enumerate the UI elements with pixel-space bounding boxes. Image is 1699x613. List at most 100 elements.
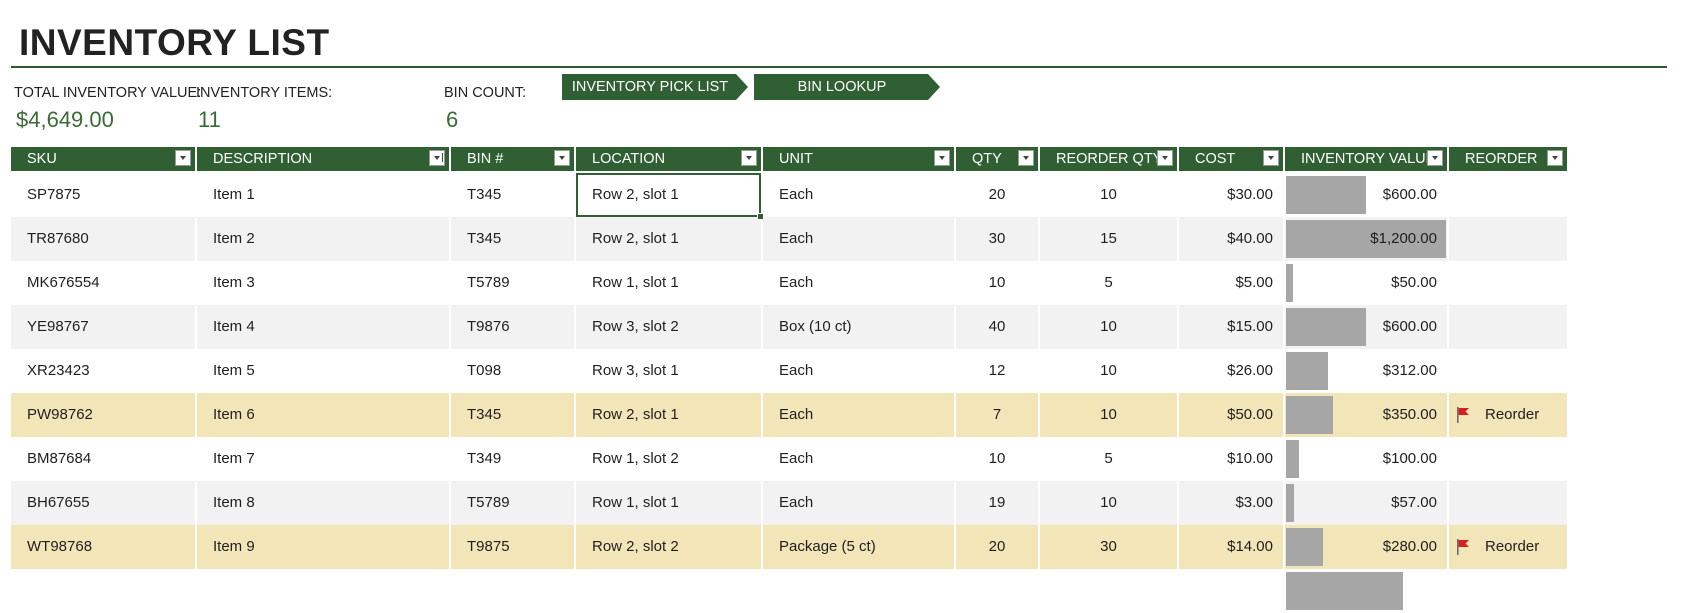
reorder-qty-cell[interactable]: 10 — [1040, 305, 1177, 349]
description-cell[interactable]: Item 6 — [197, 393, 449, 437]
reorder-cell[interactable]: Reorder — [1449, 393, 1567, 437]
description-cell[interactable]: Item 5 — [197, 349, 449, 393]
cost-cell[interactable]: $30.00 — [1179, 173, 1283, 217]
location-cell-selected[interactable]: Row 2, slot 1 — [576, 173, 761, 217]
bin-cell[interactable]: T345 — [451, 173, 574, 217]
bin-cell[interactable]: T349 — [451, 437, 574, 481]
filter-dropdown-icon[interactable] — [1547, 150, 1563, 166]
filter-dropdown-icon[interactable] — [1018, 150, 1034, 166]
bin-lookup-button[interactable]: BIN LOOKUP — [754, 74, 940, 100]
reorder-cell[interactable] — [1449, 261, 1567, 305]
location-cell[interactable]: Row 1, slot 1 — [576, 261, 761, 305]
bin-cell[interactable]: T345 — [451, 393, 574, 437]
unit-cell[interactable]: Each — [763, 349, 954, 393]
cost-cell[interactable]: $14.00 — [1179, 525, 1283, 569]
unit-cell[interactable]: Package (5 ct) — [763, 525, 954, 569]
sku-cell[interactable]: YE98767 — [11, 305, 195, 349]
qty-cell[interactable]: 30 — [956, 217, 1038, 261]
sku-cell[interactable]: BM87684 — [11, 437, 195, 481]
reorder-qty-cell[interactable]: 30 — [1040, 525, 1177, 569]
qty-cell[interactable]: 7 — [956, 393, 1038, 437]
reorder-qty-cell[interactable]: 10 — [1040, 393, 1177, 437]
column-header-unit[interactable]: UNIT — [763, 147, 954, 171]
sku-cell[interactable]: XR23423 — [11, 349, 195, 393]
column-header-bin[interactable]: BIN # — [451, 147, 574, 171]
reorder-qty-cell[interactable]: 10 — [1040, 173, 1177, 217]
cost-cell[interactable]: $40.00 — [1179, 217, 1283, 261]
fill-handle[interactable] — [757, 213, 764, 220]
column-header-sku[interactable]: SKU — [11, 147, 195, 171]
description-cell[interactable]: Item 2 — [197, 217, 449, 261]
inventory-value-cell[interactable]: $100.00 — [1285, 437, 1447, 481]
reorder-cell[interactable] — [1449, 217, 1567, 261]
bin-cell[interactable]: T5789 — [451, 481, 574, 525]
description-cell[interactable]: Item 8 — [197, 481, 449, 525]
sku-cell[interactable]: TR87680 — [11, 217, 195, 261]
sort-filter-icon[interactable] — [429, 150, 445, 166]
qty-cell[interactable]: 19 — [956, 481, 1038, 525]
qty-cell[interactable]: 20 — [956, 173, 1038, 217]
location-cell[interactable]: Row 3, slot 1 — [576, 349, 761, 393]
reorder-qty-cell[interactable]: 10 — [1040, 481, 1177, 525]
inventory-value-cell[interactable]: $600.00 — [1285, 305, 1447, 349]
location-cell[interactable]: Row 2, slot 1 — [576, 217, 761, 261]
unit-cell[interactable]: Each — [763, 217, 954, 261]
filter-dropdown-icon[interactable] — [1157, 150, 1173, 166]
filter-dropdown-icon[interactable] — [934, 150, 950, 166]
reorder-qty-cell[interactable]: 5 — [1040, 261, 1177, 305]
sku-cell[interactable]: WT98768 — [11, 525, 195, 569]
inventory-value-cell[interactable] — [1285, 569, 1447, 613]
reorder-cell[interactable] — [1449, 305, 1567, 349]
bin-cell[interactable]: T5789 — [451, 261, 574, 305]
description-cell[interactable]: Item 4 — [197, 305, 449, 349]
description-cell[interactable]: Item 3 — [197, 261, 449, 305]
reorder-qty-cell[interactable]: 10 — [1040, 349, 1177, 393]
cost-cell[interactable]: $26.00 — [1179, 349, 1283, 393]
qty-cell[interactable]: 40 — [956, 305, 1038, 349]
description-cell[interactable]: Item 7 — [197, 437, 449, 481]
unit-cell[interactable]: Each — [763, 393, 954, 437]
qty-cell[interactable]: 10 — [956, 437, 1038, 481]
filter-dropdown-icon[interactable] — [554, 150, 570, 166]
column-header-inventory-value[interactable]: INVENTORY VALUE — [1285, 147, 1447, 171]
filter-dropdown-icon[interactable] — [1263, 150, 1279, 166]
sku-cell[interactable]: MK676554 — [11, 261, 195, 305]
bin-cell[interactable]: T9875 — [451, 525, 574, 569]
reorder-cell[interactable]: Reorder — [1449, 525, 1567, 569]
cost-cell[interactable]: $15.00 — [1179, 305, 1283, 349]
cost-cell[interactable]: $50.00 — [1179, 393, 1283, 437]
inventory-value-cell[interactable]: $600.00 — [1285, 173, 1447, 217]
inventory-value-cell[interactable]: $1,200.00 — [1285, 217, 1447, 261]
reorder-cell[interactable] — [1449, 173, 1567, 217]
cost-cell[interactable]: $5.00 — [1179, 261, 1283, 305]
location-cell[interactable]: Row 2, slot 1 — [576, 393, 761, 437]
cost-cell[interactable]: $10.00 — [1179, 437, 1283, 481]
inventory-value-cell[interactable]: $50.00 — [1285, 261, 1447, 305]
description-cell[interactable]: Item 1 — [197, 173, 449, 217]
reorder-qty-cell[interactable]: 15 — [1040, 217, 1177, 261]
location-cell[interactable]: Row 3, slot 2 — [576, 305, 761, 349]
unit-cell[interactable]: Each — [763, 481, 954, 525]
reorder-cell[interactable] — [1449, 481, 1567, 525]
column-header-description[interactable]: DESCRIPTION — [197, 147, 449, 171]
reorder-cell[interactable] — [1449, 437, 1567, 481]
cost-cell[interactable]: $3.00 — [1179, 481, 1283, 525]
bin-cell[interactable]: T098 — [451, 349, 574, 393]
qty-cell[interactable]: 12 — [956, 349, 1038, 393]
description-cell[interactable]: Item 9 — [197, 525, 449, 569]
inventory-pick-list-button[interactable]: INVENTORY PICK LIST — [562, 74, 748, 100]
column-header-reorder-qty[interactable]: REORDER QTY — [1040, 147, 1177, 171]
column-header-cost[interactable]: COST — [1179, 147, 1283, 171]
filter-dropdown-icon[interactable] — [175, 150, 191, 166]
column-header-qty[interactable]: QTY — [956, 147, 1038, 171]
location-cell[interactable]: Row 1, slot 1 — [576, 481, 761, 525]
filter-dropdown-icon[interactable] — [1427, 150, 1443, 166]
sku-cell[interactable]: PW98762 — [11, 393, 195, 437]
reorder-cell[interactable] — [1449, 349, 1567, 393]
qty-cell[interactable]: 10 — [956, 261, 1038, 305]
inventory-value-cell[interactable]: $57.00 — [1285, 481, 1447, 525]
bin-cell[interactable]: T345 — [451, 217, 574, 261]
filter-dropdown-icon[interactable] — [741, 150, 757, 166]
unit-cell[interactable]: Each — [763, 261, 954, 305]
bin-cell[interactable]: T9876 — [451, 305, 574, 349]
